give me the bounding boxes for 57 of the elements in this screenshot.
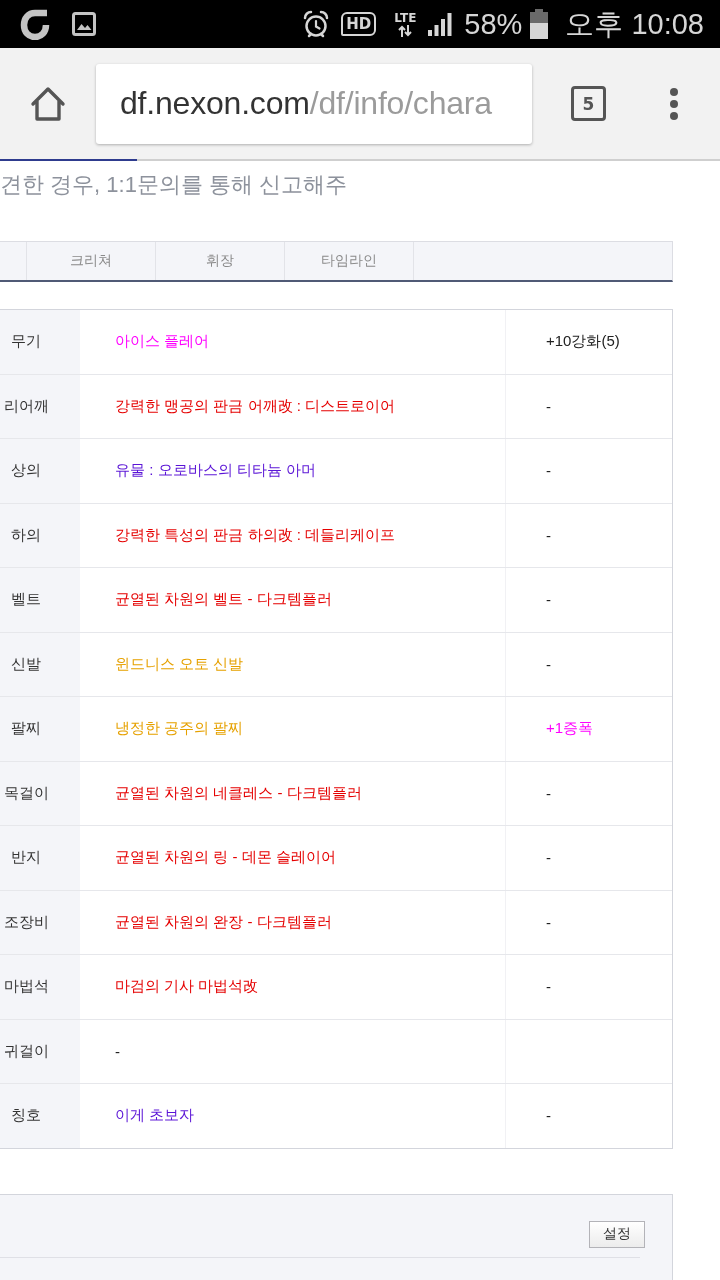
notice-text: 견한 경우, 1:1문의를 통해 신고해주: [0, 172, 348, 197]
clock-time: 오후 10:08: [565, 7, 704, 41]
alarm-clock-icon: [303, 10, 330, 38]
slot-label: 리어깨: [3, 396, 49, 416]
settings-button[interactable]: 설정: [589, 1220, 645, 1248]
slot-label: 팔찌: [11, 719, 41, 739]
item-name: 균열된 차원의 벨트 - 다크템플러: [115, 590, 332, 610]
item-name: 윈드니스 오토 신발: [115, 654, 244, 674]
network-type-label: LTE: [394, 11, 417, 25]
enhancement-text: -: [546, 462, 551, 480]
slot-label: 무기: [11, 332, 41, 352]
enhancement-text: -: [546, 526, 551, 544]
slot-label: 귀걸이: [3, 1041, 49, 1061]
slot-label: 칭호: [11, 1106, 41, 1126]
item-name: 마검의 기사 마법석改: [115, 977, 259, 997]
slot-label: 상의: [11, 461, 41, 481]
tab[interactable]: 타임라인: [285, 242, 414, 280]
enhancement-text: -: [546, 397, 551, 415]
item-name: 균열된 차원의 링 - 데몬 슬레이어: [115, 848, 336, 868]
enhancement-text: -: [546, 978, 551, 996]
slot-label: 벨트: [11, 590, 41, 610]
slot-label: 마법석: [3, 977, 49, 997]
signal-icon: [428, 12, 453, 36]
hd-badge: HD: [341, 12, 377, 36]
enhancement-text: -: [546, 913, 551, 931]
item-name: 유물 : 오로바스의 티타늄 아머: [115, 461, 316, 481]
item-name: 균열된 차원의 완장 - 다크템플러: [115, 912, 332, 932]
home-icon[interactable]: [29, 85, 67, 122]
app-icon: [20, 8, 50, 40]
slot-label: 하의: [11, 525, 41, 545]
enhancement-text: -: [546, 849, 551, 867]
menu-icon[interactable]: [669, 87, 679, 120]
battery-percent: 58%: [464, 7, 523, 41]
slot-label: 조장비: [3, 912, 49, 932]
item-name: 강력한 맹공의 판금 어깨改 : 디스트로이어: [115, 396, 395, 416]
url-host: df.nexon.com: [120, 85, 310, 122]
item-name: 냉정한 공주의 팔찌: [115, 719, 244, 739]
tab-count-button[interactable]: 5: [571, 86, 606, 121]
enhancement-text: -: [546, 1107, 551, 1125]
url-path: /df/info/chara: [309, 85, 492, 122]
item-name: 아이스 플레어: [115, 332, 210, 352]
enhancement-text: -: [546, 655, 551, 673]
slot-label: 신발: [11, 654, 41, 674]
item-name: 강력한 특성의 판금 하의改 : 데들리케이프: [115, 525, 395, 545]
item-name: -: [115, 1042, 120, 1060]
battery-icon: [530, 9, 549, 39]
item-name: 이게 초보자: [115, 1106, 195, 1126]
item-name: 균열된 차원의 네클레스 - 다크템플러: [115, 783, 362, 803]
enhancement-text: -: [546, 784, 551, 802]
enhancement-text: -: [546, 591, 551, 609]
url-field[interactable]: df.nexon.com/df/info/chara: [96, 63, 532, 144]
enhancement-text: +1증폭: [546, 719, 594, 739]
data-arrows-icon: [398, 24, 413, 37]
slot-label: 목걸이: [3, 783, 49, 803]
image-icon: [72, 12, 96, 36]
slot-label: 반지: [11, 848, 41, 868]
enhancement-text: +10강화(5): [546, 332, 620, 352]
